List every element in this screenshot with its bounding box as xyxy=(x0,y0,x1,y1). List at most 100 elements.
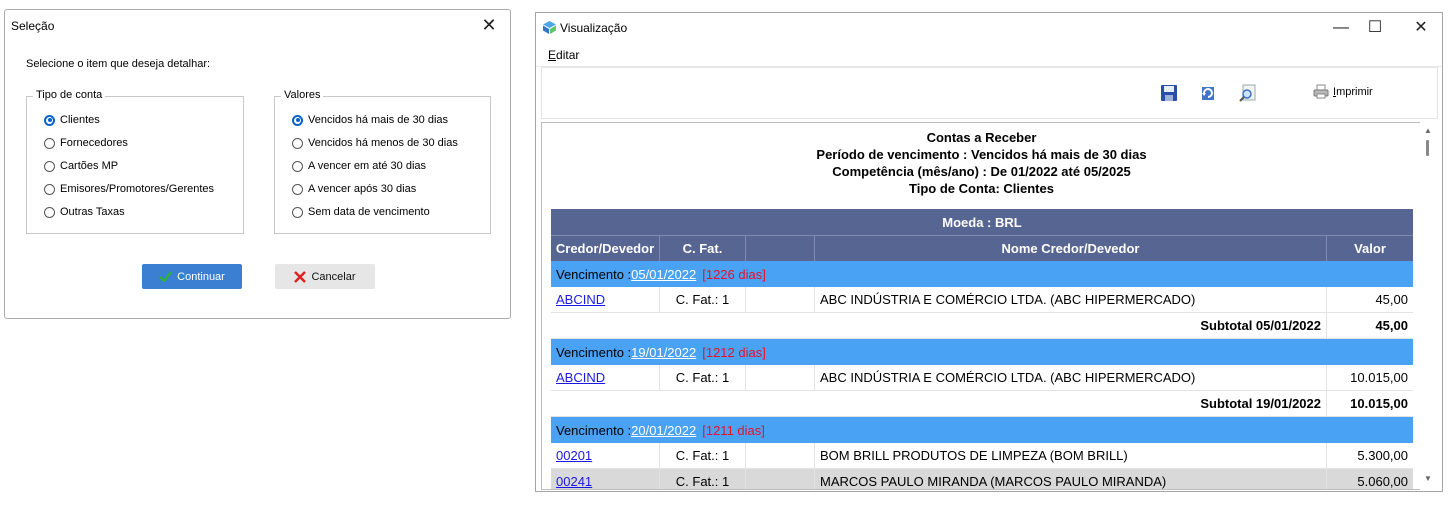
close-button[interactable]: ✕ xyxy=(1406,17,1436,39)
radio-cartoes-mp[interactable]: Cartões MP xyxy=(44,158,118,174)
refresh-icon[interactable] xyxy=(1199,84,1217,102)
value-cell: 45,00 xyxy=(1375,292,1408,307)
minimize-button[interactable]: — xyxy=(1326,17,1356,39)
table-row: ABCIND C. Fat.: 1 ABC INDÚSTRIA E COMÉRC… xyxy=(551,365,1413,391)
subtotal-row: Subtotal 19/01/2022 10.015,00 xyxy=(551,391,1413,417)
subtotal-value: 10.015,00 xyxy=(1350,396,1408,411)
radio-button[interactable] xyxy=(44,183,55,195)
cfat-cell: C. Fat.: 1 xyxy=(660,287,746,312)
subtotal-row: Subtotal 05/01/2022 45,00 xyxy=(551,313,1413,339)
title-bar: Visualização — ☐ ✕ xyxy=(536,13,1442,43)
subtotal-label: Subtotal 19/01/2022 xyxy=(551,391,1327,416)
viewer-window: Visualização — ☐ ✕ Editar Imprimir Conta… xyxy=(535,12,1443,492)
vertical-scrollbar[interactable]: ▲ ▼ xyxy=(1420,122,1437,490)
cfat-cell: C. Fat.: 1 xyxy=(660,443,746,468)
blank-cell xyxy=(746,365,815,390)
report-header: Contas a Receber Período de vencimento :… xyxy=(542,129,1421,197)
days-overdue: [1226 dias] xyxy=(702,266,766,282)
report-competence: Competência (mês/ano) : De 01/2022 até 0… xyxy=(832,164,1131,179)
account-type-group-label: Tipo de conta xyxy=(33,89,106,101)
radio-button[interactable] xyxy=(44,206,55,218)
days-overdue: [1212 dias] xyxy=(702,344,766,360)
currency-row: Moeda : BRL xyxy=(551,209,1413,235)
radio-vencidos-menos-30[interactable]: Vencidos há menos de 30 dias xyxy=(292,135,458,151)
due-date-row: Vencimento : 05/01/2022 [1226 dias] xyxy=(551,261,1413,287)
due-prefix: Vencimento : xyxy=(556,344,632,360)
app-logo-icon xyxy=(543,21,556,34)
due-date-row: Vencimento : 20/01/2022 [1211 dias] xyxy=(551,417,1413,443)
cfat-cell: C. Fat.: 1 xyxy=(660,365,746,390)
print-rest: mprimir xyxy=(1336,85,1373,98)
toolbar: Imprimir xyxy=(541,67,1438,119)
due-prefix: Vencimento : xyxy=(556,266,632,282)
radio-sem-data[interactable]: Sem data de vencimento xyxy=(292,204,430,220)
radio-button[interactable] xyxy=(44,137,55,149)
scroll-thumb[interactable] xyxy=(1426,140,1429,156)
subtotal-value: 45,00 xyxy=(1375,318,1408,333)
table-row: 00201 C. Fat.: 1 BOM BRILL PRODUTOS DE L… xyxy=(551,443,1413,469)
radio-outras-taxas[interactable]: Outras Taxas xyxy=(44,204,125,220)
due-date-cell: Vencimento : 05/01/2022 [1226 dias] xyxy=(551,261,1413,287)
scroll-up-icon[interactable]: ▲ xyxy=(1424,126,1432,135)
dialog-title: Seleção xyxy=(11,19,55,33)
print-label: Imprimir xyxy=(1333,86,1373,98)
radio-button[interactable] xyxy=(292,206,303,218)
radio-button[interactable] xyxy=(292,160,303,172)
due-date-cell: Vencimento : 19/01/2022 [1212 dias] xyxy=(551,339,1413,365)
radio-label: Cartões MP xyxy=(60,160,119,172)
radio-vencidos-mais-30[interactable]: Vencidos há mais de 30 dias xyxy=(292,112,448,128)
currency-label: Moeda : BRL xyxy=(942,214,1022,230)
blank-cell xyxy=(746,443,815,468)
menu-editar-rest: ditar xyxy=(556,48,580,62)
due-date-row: Vencimento : 19/01/2022 [1212 dias] xyxy=(551,339,1413,365)
col-header-valor: Valor xyxy=(1354,241,1386,256)
radio-label: Sem data de vencimento xyxy=(308,206,430,218)
print-button[interactable]: Imprimir xyxy=(1313,84,1373,99)
selection-dialog: Seleção ✕ Selecione o item que deseja de… xyxy=(4,9,511,319)
due-date-link[interactable]: 20/01/2022 xyxy=(631,423,696,438)
days-overdue: [1211 dias] xyxy=(702,422,765,438)
cancel-button[interactable]: Cancelar xyxy=(275,264,375,289)
radio-a-vencer-ate-30[interactable]: A vencer em até 30 dias xyxy=(292,158,426,174)
report-table: Moeda : BRL Credor/Devedor C. Fat. Nome … xyxy=(551,209,1413,489)
menu-editar[interactable]: Editar xyxy=(548,48,579,62)
radio-clientes[interactable]: Clientes xyxy=(44,112,100,128)
scroll-down-icon[interactable]: ▼ xyxy=(1424,474,1432,483)
report-view[interactable]: Contas a Receber Período de vencimento :… xyxy=(541,122,1422,490)
due-date-link[interactable]: 19/01/2022 xyxy=(631,345,696,360)
due-date-link[interactable]: 05/01/2022 xyxy=(631,267,696,282)
radio-a-vencer-apos-30[interactable]: A vencer após 30 dias xyxy=(292,181,416,197)
col-header-cfat: C. Fat. xyxy=(660,236,746,261)
account-code-link[interactable]: 00241 xyxy=(556,474,592,489)
name-cell: MARCOS PAULO MIRANDA (MARCOS PAULO MIRAN… xyxy=(815,469,1327,489)
menu-editar-mnemonic: E xyxy=(548,48,557,62)
continue-button[interactable]: Continuar xyxy=(142,264,242,289)
account-code-link[interactable]: ABCIND xyxy=(556,292,605,307)
check-icon xyxy=(159,271,173,282)
radio-button-checked[interactable] xyxy=(292,114,303,126)
zoom-icon[interactable] xyxy=(1239,84,1257,102)
blank-cell xyxy=(746,287,815,312)
radio-button[interactable] xyxy=(292,137,303,149)
account-code-link[interactable]: 00201 xyxy=(556,448,592,463)
values-group: Valores Vencidos há mais de 30 dias Venc… xyxy=(274,89,491,234)
radio-label: Clientes xyxy=(60,114,100,126)
radio-button[interactable] xyxy=(44,160,55,172)
name-cell: BOM BRILL PRODUTOS DE LIMPEZA (BOM BRILL… xyxy=(815,443,1327,468)
report-title: Contas a Receber xyxy=(926,130,1037,145)
maximize-button[interactable]: ☐ xyxy=(1360,17,1390,39)
subtotal-label: Subtotal 05/01/2022 xyxy=(551,313,1327,338)
radio-emisores[interactable]: Emisores/Promotores/Gerentes xyxy=(44,181,214,197)
dialog-close-button[interactable]: ✕ xyxy=(477,14,501,38)
radio-label: Fornecedores xyxy=(60,137,128,149)
continue-label: Continuar xyxy=(177,270,225,283)
value-cell: 5.300,00 xyxy=(1357,448,1408,463)
account-code-link[interactable]: ABCIND xyxy=(556,370,605,385)
x-icon xyxy=(294,270,307,283)
radio-fornecedores[interactable]: Fornecedores xyxy=(44,135,128,151)
col-header-credor: Credor/Devedor xyxy=(551,236,660,261)
radio-button-checked[interactable] xyxy=(44,114,55,126)
table-row: ABCIND C. Fat.: 1 ABC INDÚSTRIA E COMÉRC… xyxy=(551,287,1413,313)
save-icon[interactable] xyxy=(1160,84,1178,102)
radio-button[interactable] xyxy=(292,183,303,195)
